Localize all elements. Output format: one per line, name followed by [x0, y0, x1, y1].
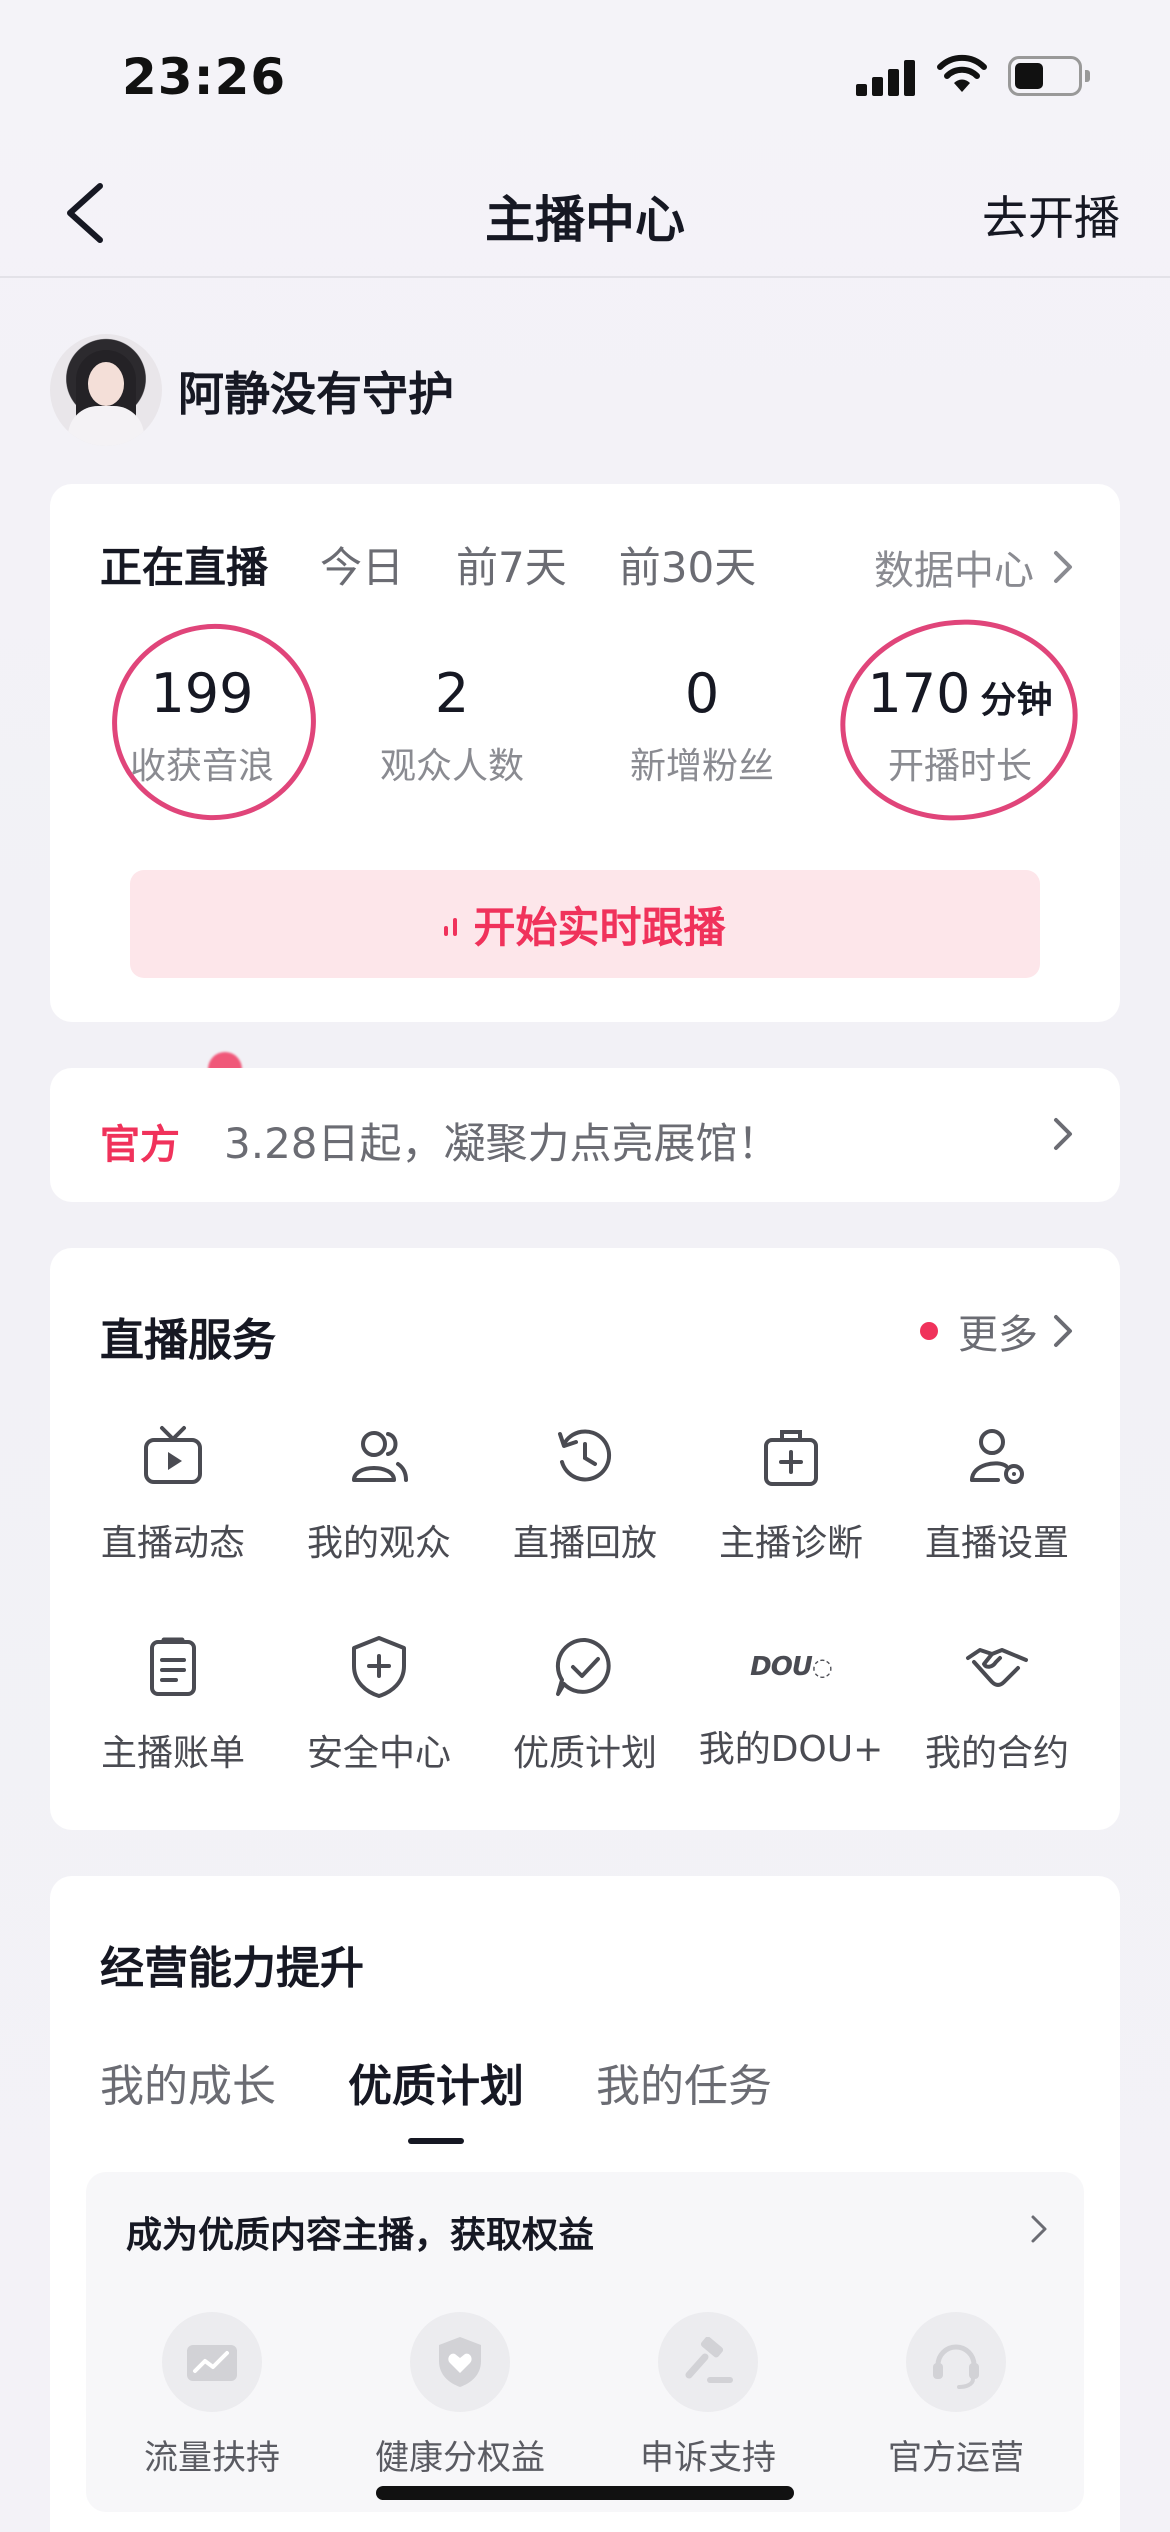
dou-logo-text: DOU [750, 1652, 813, 1682]
live-stats-card: 正在直播 今日 前7天 前30天 数据中心 199 收获音浪 2 观众人数 0 … [50, 484, 1120, 1022]
service-my-audience[interactable]: 我的观众 [276, 1422, 482, 1566]
service-anchor-diagnosis[interactable]: 主播诊断 [688, 1422, 894, 1566]
service-label: 优质计划 [512, 1733, 657, 1774]
chevron-right-icon [1054, 1118, 1072, 1150]
follow-button-label: 开始实时跟播 [473, 902, 726, 952]
data-center-label: 数据中心 [874, 548, 1034, 594]
service-label: 直播回放 [512, 1523, 657, 1564]
announcement-text: 3.28日起，凝聚力点亮展馆！ [224, 1119, 780, 1168]
stat-value: 0 [684, 662, 720, 725]
data-center-link[interactable]: 数据中心 [874, 538, 1074, 596]
service-label: 主播账单 [100, 1733, 245, 1774]
stat-new-fans[interactable]: 0 新增粉丝 [592, 662, 812, 789]
navigation-bar: 主播中心 去开播 [0, 150, 1170, 278]
status-time: 23:26 [122, 48, 287, 106]
hand-drawn-circle-annotation [99, 610, 329, 834]
users-icon [352, 1431, 408, 1482]
stat-label: 新增粉丝 [629, 746, 774, 787]
shield-heart-icon [439, 2337, 481, 2387]
service-live-replay[interactable]: 直播回放 [482, 1422, 688, 1566]
benefit-health-score[interactable]: 健康分权益 [350, 2312, 570, 2479]
benefit-label: 官方运营 [888, 2438, 1024, 2478]
user-settings-icon [970, 1429, 1024, 1484]
banner-title: 成为优质内容主播，获取权益 [126, 2215, 595, 2256]
hand-drawn-circle-annotation [827, 604, 1091, 836]
service-my-contract[interactable]: 我的合约 [894, 1632, 1100, 1776]
dou-plus-icon: DOU ◌ [750, 1652, 833, 1682]
chat-check-icon [555, 1637, 611, 1696]
status-bar: 23:26 [0, 0, 1170, 150]
service-live-settings[interactable]: 直播设置 [894, 1422, 1100, 1566]
tab-last-7-days[interactable]: 前7天 [456, 534, 567, 595]
benefit-label: 流量扶持 [144, 2438, 280, 2478]
service-quality-plan[interactable]: 优质计划 [482, 1632, 688, 1776]
live-services-card: 直播服务 更多 直播动态 我的观众 直播回放 主播诊断 直播设置 主播账单 安全… [50, 1248, 1120, 1830]
headset-icon [933, 2344, 979, 2389]
benefit-appeal-support[interactable]: 申诉支持 [598, 2312, 818, 2479]
replay-clock-icon [558, 1429, 612, 1482]
gavel-icon [685, 2337, 733, 2383]
service-label: 直播动态 [100, 1523, 245, 1564]
business-growth-card: 经营能力提升 我的成长 优质计划 我的任务 成为优质内容主播，获取权益 流量扶持 [50, 1876, 1120, 2532]
clipboard-icon [150, 1637, 196, 1696]
chevron-right-icon [1054, 551, 1072, 583]
official-announcement-bar[interactable]: 官方 3.28日起，凝聚力点亮展馆！ [50, 1068, 1120, 1202]
stat-label: 观众人数 [379, 746, 524, 787]
tab-quality-plan[interactable]: 优质计划 [348, 2050, 524, 2144]
service-label: 我的观众 [306, 1523, 451, 1564]
growth-tabs: 我的成长 优质计划 我的任务 [100, 2050, 772, 2144]
go-live-button[interactable]: 去开播 [982, 182, 1120, 248]
traffic-chart-icon [187, 2345, 237, 2381]
handshake-icon [966, 1648, 1028, 1687]
wifi-icon [937, 54, 987, 92]
service-anchor-bill[interactable]: 主播账单 [70, 1632, 276, 1776]
service-live-feed[interactable]: 直播动态 [70, 1422, 276, 1566]
chevron-right-icon [1054, 1315, 1072, 1347]
more-label: 更多 [958, 1312, 1038, 1358]
sound-wave-icon [444, 912, 458, 936]
service-my-dou-plus[interactable]: DOU ◌ 我的DOU+ [688, 1632, 894, 1772]
stats-period-tabs: 正在直播 今日 前7天 前30天 [100, 534, 756, 595]
anchor-center-page: 23:26 主播中心 去开播 阿静没有守护 正在直播 今日 前7天 前30天 数… [0, 0, 1170, 2532]
battery-icon [1008, 56, 1090, 96]
official-tag: 官方 [100, 1122, 180, 1168]
tv-play-icon [144, 1426, 202, 1484]
service-label: 安全中心 [306, 1733, 451, 1774]
section-title: 经营能力提升 [100, 1943, 364, 1994]
benefit-label: 申诉支持 [640, 2438, 776, 2478]
chevron-right-icon [1031, 2215, 1047, 2243]
benefit-official-operation[interactable]: 官方运营 [846, 2312, 1066, 2479]
tab-today[interactable]: 今日 [320, 534, 404, 595]
service-security-center[interactable]: 安全中心 [276, 1632, 482, 1776]
service-label: 我的DOU+ [698, 1729, 884, 1770]
service-label: 直播设置 [924, 1523, 1069, 1564]
service-label: 我的合约 [924, 1733, 1069, 1774]
benefit-label: 健康分权益 [375, 2438, 545, 2478]
home-indicator[interactable] [376, 2486, 794, 2500]
tab-my-growth[interactable]: 我的成长 [100, 2050, 276, 2114]
stat-value: 2 [434, 662, 470, 725]
red-dot-badge [920, 1322, 938, 1340]
benefit-traffic-support[interactable]: 流量扶持 [102, 2312, 322, 2479]
user-name[interactable]: 阿静没有守护 [178, 358, 454, 424]
more-link[interactable]: 更多 [920, 1302, 1074, 1360]
tab-live-now[interactable]: 正在直播 [100, 534, 268, 595]
stat-viewers[interactable]: 2 观众人数 [342, 662, 562, 789]
quality-plan-banner[interactable]: 成为优质内容主播，获取权益 流量扶持 健康分权益 申诉支持 官方运营 [86, 2172, 1084, 2512]
service-label: 主播诊断 [718, 1523, 863, 1564]
tab-my-tasks[interactable]: 我的任务 [596, 2050, 772, 2114]
start-live-follow-button[interactable]: 开始实时跟播 [130, 870, 1040, 978]
cellular-signal-icon [856, 60, 918, 96]
section-title: 直播服务 [100, 1315, 276, 1366]
medical-kit-icon [764, 1430, 818, 1486]
avatar[interactable] [50, 334, 162, 446]
shield-plus-icon [352, 1636, 406, 1698]
tab-last-30-days[interactable]: 前30天 [619, 534, 756, 595]
